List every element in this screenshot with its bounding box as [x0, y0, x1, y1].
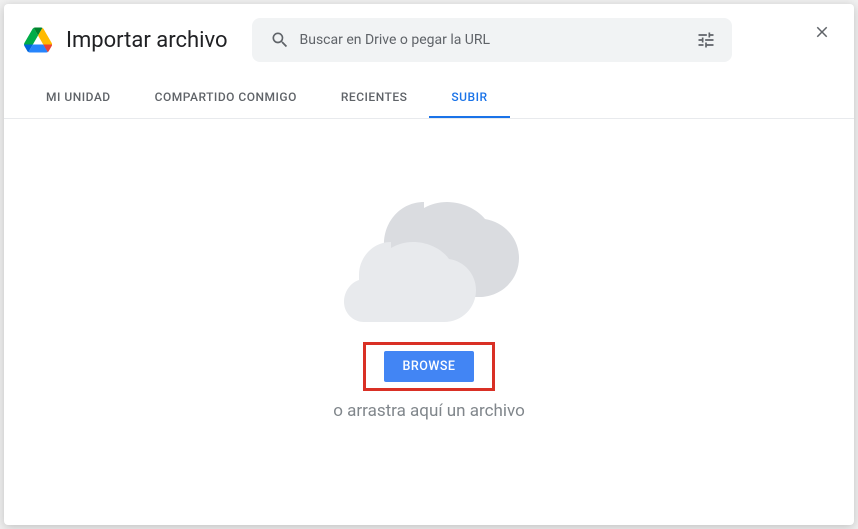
browse-button[interactable]: BROWSE: [384, 351, 473, 382]
tab-recent[interactable]: RECIENTES: [319, 78, 430, 118]
search-container[interactable]: [252, 18, 732, 62]
tab-my-drive[interactable]: MI UNIDAD: [24, 78, 133, 118]
dialog-header: Importar archivo: [4, 4, 854, 72]
import-file-dialog: Importar archivo MI UNIDAD COMPARTIDO CO…: [4, 4, 854, 525]
close-icon: [813, 23, 831, 41]
tab-shared-with-me[interactable]: COMPARTIDO CONMIGO: [133, 78, 319, 118]
search-icon: [270, 30, 290, 50]
annotation-highlight: BROWSE: [363, 342, 494, 391]
upload-content: BROWSE o arrastra aquí un archivo: [4, 119, 854, 525]
dialog-title: Importar archivo: [66, 28, 228, 53]
close-button[interactable]: [810, 20, 834, 44]
search-input[interactable]: [300, 18, 688, 62]
drag-hint-text: o arrastra aquí un archivo: [333, 401, 525, 421]
tab-upload[interactable]: SUBIR: [429, 78, 509, 118]
tune-icon[interactable]: [696, 30, 716, 50]
google-drive-icon: [24, 27, 52, 53]
cloud-illustration: [329, 194, 529, 324]
tabs-bar: MI UNIDAD COMPARTIDO CONMIGO RECIENTES S…: [4, 78, 854, 119]
